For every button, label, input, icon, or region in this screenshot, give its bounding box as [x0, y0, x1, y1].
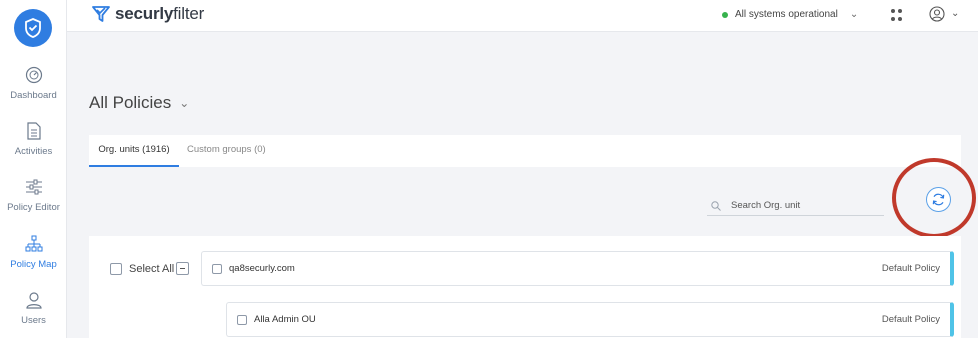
- chevron-down-icon: ⌄: [849, 9, 859, 20]
- status-text: All systems operational: [735, 9, 838, 20]
- top-bar: securlyfilter All systems operational ⌄ …: [67, 0, 978, 32]
- brand-name: securly: [115, 4, 174, 23]
- row-checkbox[interactable]: [237, 314, 247, 325]
- tab-bar: Org. units (1916) Custom groups (0): [89, 135, 961, 167]
- sliders-icon: [23, 176, 45, 198]
- filter-funnel-icon: [92, 6, 110, 22]
- tab-count: (0): [254, 144, 266, 155]
- sidebar-item-activities[interactable]: Activities: [0, 120, 67, 157]
- sidebar-item-users[interactable]: Users: [0, 289, 67, 326]
- account-icon[interactable]: [929, 6, 945, 22]
- org-unit-name: Alla Admin OU: [254, 314, 316, 325]
- sidebar-item-label: Policy Map: [10, 259, 57, 270]
- document-icon: [23, 120, 45, 142]
- row-checkbox[interactable]: [212, 263, 222, 274]
- org-chart-icon: [23, 233, 45, 255]
- policy-label: Default Policy: [881, 263, 940, 274]
- shield-icon: [25, 18, 41, 38]
- sidebar: Dashboard Activities Policy Editor Polic…: [0, 0, 67, 338]
- tab-count: (1916): [142, 144, 170, 155]
- system-status[interactable]: All systems operational ⌄: [722, 9, 858, 20]
- sidebar-item-policy-map[interactable]: Policy Map: [0, 233, 67, 270]
- brand-product: filter: [173, 4, 205, 23]
- sidebar-item-policy-editor[interactable]: Policy Editor: [0, 176, 67, 213]
- refresh-button[interactable]: [926, 187, 951, 212]
- chevron-down-icon[interactable]: ⌄: [951, 8, 959, 19]
- collapse-all-button[interactable]: [176, 262, 189, 275]
- policy-label: Default Policy: [881, 314, 940, 325]
- tab-label: Org. units: [98, 144, 140, 155]
- sidebar-item-label: Users: [21, 315, 46, 326]
- apps-grid-icon[interactable]: [891, 9, 903, 21]
- tab-org-units[interactable]: Org. units (1916): [89, 135, 179, 167]
- sidebar-item-label: Dashboard: [10, 90, 57, 101]
- tab-label: Custom groups: [187, 144, 252, 155]
- page-title-text: All Policies: [89, 93, 172, 112]
- search-box: [707, 196, 884, 216]
- page-title[interactable]: All Policies ⌄: [89, 93, 189, 113]
- refresh-icon: [932, 193, 945, 206]
- brand-logo[interactable]: securlyfilter: [91, 4, 204, 24]
- select-all-label: Select All: [129, 263, 175, 275]
- search-icon: [711, 200, 721, 211]
- org-unit-name: qa8securly.com: [229, 263, 295, 274]
- org-unit-row[interactable]: Alla Admin OU Default Policy: [226, 302, 954, 337]
- search-input[interactable]: [731, 200, 881, 211]
- org-unit-row[interactable]: qa8securly.com Default Policy: [201, 251, 954, 286]
- sidebar-item-label: Policy Editor: [7, 202, 60, 213]
- checkbox[interactable]: [110, 263, 122, 275]
- sidebar-item-dashboard[interactable]: Dashboard: [0, 64, 67, 101]
- tab-custom-groups[interactable]: Custom groups (0): [187, 135, 266, 167]
- gauge-icon: [23, 64, 45, 86]
- status-dot-icon: [722, 11, 728, 18]
- chevron-down-icon: ⌄: [179, 96, 190, 110]
- securly-shield-logo[interactable]: [14, 9, 52, 47]
- sidebar-item-label: Activities: [14, 146, 53, 157]
- select-all-checkbox[interactable]: Select All: [110, 263, 174, 275]
- user-icon: [23, 289, 45, 311]
